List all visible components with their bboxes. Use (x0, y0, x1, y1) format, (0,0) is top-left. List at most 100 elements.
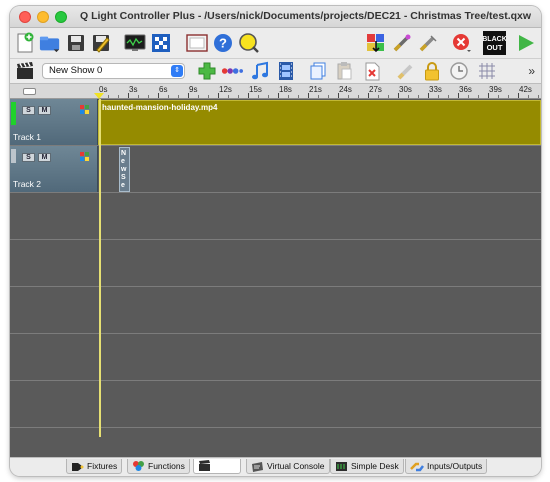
video-clip[interactable]: haunted-mansion-holiday.mp4 (98, 100, 541, 145)
sequence-clip[interactable]: New Sequence 5 (119, 147, 130, 192)
show-select-value: New Show 0 (49, 65, 103, 76)
functions-icon (133, 461, 144, 471)
window-minimize-button[interactable] (37, 11, 49, 23)
fixture-grid-icon[interactable] (150, 32, 172, 54)
tab-label: Simple Desk (351, 461, 399, 471)
ruler-minor-tick (468, 95, 469, 98)
grid-icon[interactable] (476, 60, 498, 82)
timer-icon[interactable] (448, 60, 470, 82)
ruler-tick-label: 6s (159, 85, 168, 94)
ruler-minor-tick (358, 95, 359, 98)
ruler-major-tick (218, 93, 219, 98)
ruler-minor-tick (258, 95, 259, 98)
ruler-minor-tick (198, 95, 199, 98)
add-track-icon[interactable] (196, 60, 218, 82)
tab-inputs-outputs[interactable]: Inputs/Outputs (405, 459, 488, 474)
ruler-minor-tick (208, 95, 209, 98)
track-color-grid-icon[interactable] (80, 152, 90, 162)
solo-button[interactable]: S (22, 153, 35, 162)
empty-track-lane[interactable] (10, 334, 541, 381)
new-file-icon[interactable] (14, 32, 36, 54)
ruler-minor-tick (328, 95, 329, 98)
empty-track-lane[interactable] (10, 381, 541, 428)
ruler-minor-tick (298, 95, 299, 98)
ruler-minor-tick (528, 95, 529, 98)
ruler-minor-tick (238, 95, 239, 98)
track-header[interactable]: S M Track 1 (10, 99, 98, 145)
clip-label: New Sequence 5 (121, 150, 127, 191)
show-timeline[interactable]: 0s 3s 6s 9s 12s 15s 18s 21s 24s 27s 30s 33s 36s 39s 42… (10, 84, 541, 457)
search-icon[interactable] (238, 32, 260, 54)
track-active-indicator (11, 102, 16, 125)
ruler-major-tick (488, 93, 489, 98)
toolbar-overflow-button[interactable]: » (528, 64, 535, 78)
track-body[interactable]: haunted-mansion-holiday.mp4 (98, 99, 541, 145)
chevron-updown-icon: ⇕ (171, 65, 183, 77)
ruler-major-tick (308, 93, 309, 98)
ruler-minor-tick (388, 95, 389, 98)
mute-button[interactable]: M (38, 106, 51, 115)
save-as-icon[interactable] (90, 32, 112, 54)
fixtures-icon (72, 462, 84, 471)
ruler-major-tick (518, 93, 519, 98)
mute-button[interactable]: M (38, 153, 51, 162)
ruler-tick-label: 12s (219, 85, 232, 94)
tab-show-manager[interactable] (193, 459, 241, 474)
paste-icon[interactable] (333, 60, 355, 82)
help-icon[interactable]: ? (212, 32, 234, 54)
monitor-icon[interactable] (124, 32, 146, 54)
clapperboard-icon (14, 60, 36, 82)
tab-simple-desk[interactable]: Simple Desk (330, 459, 404, 474)
empty-track-lane[interactable] (10, 287, 541, 334)
ruler-tick-label: 27s (369, 85, 382, 94)
ruler-minor-tick (318, 95, 319, 98)
track-body[interactable]: New Sequence 5 (98, 146, 541, 192)
play-icon[interactable] (515, 32, 537, 54)
dmx-grid-icon[interactable] (365, 32, 387, 54)
wand-locked-icon[interactable] (417, 32, 439, 54)
zoom-slider-handle[interactable] (23, 88, 36, 95)
ruler-major-tick (248, 93, 249, 98)
ruler-tick-label: 33s (429, 85, 442, 94)
lock-icon[interactable] (421, 60, 443, 82)
wand-icon[interactable] (391, 32, 413, 54)
add-sequence-icon[interactable] (221, 60, 243, 82)
track-lane: S M Track 1 haunted-mansion-holiday.mp4 (10, 99, 541, 146)
add-video-icon[interactable] (275, 60, 297, 82)
save-icon[interactable] (65, 32, 87, 54)
svg-text:?: ? (219, 36, 227, 51)
ruler-tick-label: 42s (519, 85, 532, 94)
add-audio-icon[interactable] (249, 60, 271, 82)
blackout-icon[interactable]: BLACK OUT (483, 31, 506, 55)
ruler-minor-tick (268, 95, 269, 98)
solo-button[interactable]: S (22, 106, 35, 115)
timeline-zoom-slider[interactable] (10, 84, 98, 99)
track-color-grid-icon[interactable] (80, 105, 90, 115)
ruler-tick-label: 30s (399, 85, 412, 94)
window-maximize-button[interactable] (55, 11, 67, 23)
app-window: Q Light Controller Plus - /Users/nick/Do… (10, 6, 541, 476)
empty-track-lane[interactable] (10, 193, 541, 240)
window-title: Q Light Controller Plus - /Users/nick/Do… (80, 10, 531, 22)
ruler-minor-tick (508, 95, 509, 98)
tab-virtual-console[interactable]: Virtual Console (246, 459, 330, 474)
track-header[interactable]: S M Track 2 (10, 146, 98, 192)
empty-track-lane[interactable] (10, 240, 541, 287)
stop-all-icon[interactable] (451, 32, 473, 54)
open-folder-icon[interactable] (39, 32, 61, 54)
copy-icon[interactable] (307, 60, 329, 82)
svg-text:OUT: OUT (487, 43, 503, 52)
tab-functions[interactable]: Functions (127, 459, 190, 474)
simple-desk-icon (336, 461, 347, 471)
tab-fixtures[interactable]: Fixtures (66, 459, 123, 474)
show-manager-icon (199, 460, 210, 471)
fullscreen-icon[interactable] (186, 32, 208, 54)
edit-icon[interactable] (395, 60, 417, 82)
inputs-outputs-icon (410, 462, 424, 471)
delete-icon[interactable] (361, 60, 383, 82)
time-ruler[interactable]: 0s 3s 6s 9s 12s 15s 18s 21s 24s 27s 30s 33s 36s 39s 42… (98, 84, 541, 99)
tab-label: Fixtures (87, 461, 118, 471)
show-select[interactable]: New Show 0 ⇕ (42, 63, 185, 79)
ruler-minor-tick (378, 95, 379, 98)
window-close-button[interactable] (19, 11, 31, 23)
